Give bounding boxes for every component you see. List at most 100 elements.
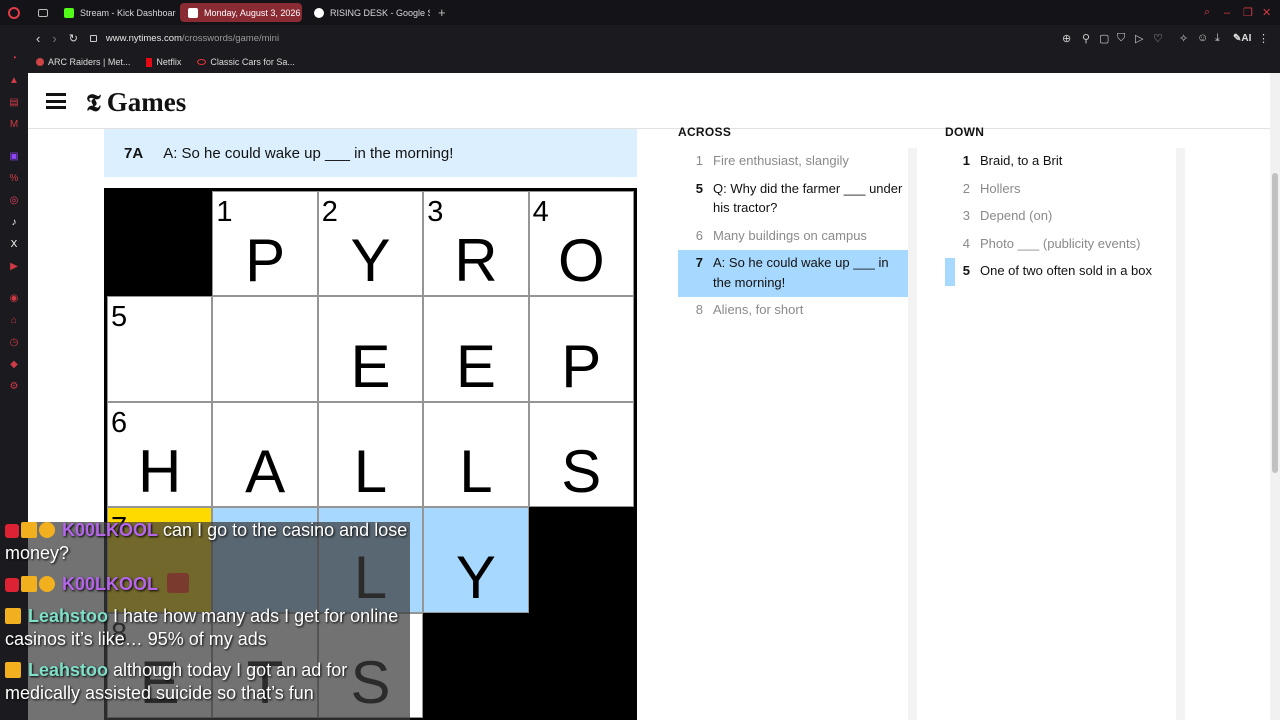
clue-number: 3 bbox=[962, 208, 970, 223]
clue-number: 2 bbox=[962, 180, 970, 196]
chat-username[interactable]: K00LKOOL bbox=[62, 574, 158, 594]
address-bar: ‹ › ↻ www.nytimes.com/crosswords/game/mi… bbox=[28, 25, 1280, 51]
grid-cell[interactable]: E bbox=[423, 296, 529, 402]
grid-cell[interactable]: 5 bbox=[107, 296, 213, 402]
tiktok-icon[interactable]: ♪ bbox=[8, 217, 20, 229]
url-field[interactable]: www.nytimes.com/crosswords/game/mini bbox=[106, 33, 279, 44]
across-clue-6[interactable]: 6 Many buildings on campus bbox=[678, 223, 908, 251]
close-window-icon[interactable]: ✕ bbox=[1262, 6, 1271, 19]
extension-puzzle-icon[interactable]: ✧ bbox=[1179, 32, 1188, 45]
page-scrollbar[interactable] bbox=[1270, 73, 1280, 720]
across-clue-1[interactable]: 1 Fire enthusiast, slangily bbox=[678, 148, 908, 176]
cell-letter: R bbox=[454, 227, 498, 295]
account-icon[interactable]: ☺ bbox=[1197, 32, 1208, 44]
clue-text: One of two often sold in a box bbox=[980, 263, 1152, 278]
heart-icon[interactable]: ♡ bbox=[1153, 32, 1163, 45]
grid-cell[interactable]: A bbox=[212, 401, 318, 508]
bookmark-netflix[interactable]: Netflix bbox=[146, 57, 181, 67]
speed-dial-icon[interactable]: ◔ bbox=[8, 53, 20, 65]
browser-tab-bar: Stream - Kick Dashboard Monday, August 3… bbox=[0, 0, 1280, 25]
down-clue-1[interactable]: 1 Braid, to a Brit bbox=[945, 148, 1175, 176]
current-clue-text: A: So he could wake up ___ in the mornin… bbox=[163, 144, 454, 162]
emote-icon bbox=[167, 573, 190, 593]
minimize-icon[interactable]: – bbox=[1224, 7, 1230, 19]
chat-username[interactable]: Leahstoo bbox=[28, 606, 108, 626]
down-clue-4[interactable]: 4 Photo ___ (publicity events) bbox=[945, 231, 1175, 259]
opera-logo-icon[interactable] bbox=[8, 6, 20, 19]
cell-number: 1 bbox=[216, 196, 233, 228]
discord-icon[interactable]: % bbox=[8, 173, 20, 185]
back-icon[interactable]: ‹ bbox=[36, 31, 40, 46]
down-scrollbar[interactable] bbox=[1176, 148, 1185, 720]
across-clue-7[interactable]: 7 A: So he could wake up ___ in the morni… bbox=[678, 250, 908, 297]
chat-username[interactable]: K00LKOOL bbox=[62, 520, 158, 540]
crown-icon bbox=[21, 576, 37, 592]
tab-kick-dashboard[interactable]: Stream - Kick Dashboard bbox=[56, 3, 176, 22]
youtube-icon[interactable]: ▶ bbox=[8, 261, 20, 273]
grid-cell[interactable]: L bbox=[317, 401, 424, 508]
stream-chat-overlay: K00LKOOL can I go to the casino and lose… bbox=[0, 520, 420, 720]
player-play-icon[interactable]: ▷ bbox=[1135, 32, 1143, 45]
grid-cell[interactable]: Y bbox=[423, 507, 529, 613]
down-clue-5[interactable]: 5 One of two often sold in a box bbox=[945, 258, 1175, 286]
down-clue-3[interactable]: 3 Depend (on) bbox=[945, 203, 1175, 231]
shield-icon[interactable]: ⛉ bbox=[1117, 32, 1125, 45]
extensions-icon[interactable]: ◆ bbox=[8, 359, 20, 371]
workspaces-icon[interactable] bbox=[38, 8, 48, 17]
messenger-icon[interactable]: ▤ bbox=[8, 97, 20, 109]
grid-cell[interactable]: S bbox=[528, 401, 634, 508]
grid-cell[interactable]: L bbox=[423, 401, 529, 508]
grid-cell[interactable] bbox=[212, 296, 318, 402]
pinboard-icon[interactable]: ⌂ bbox=[8, 315, 20, 327]
zoom-icon[interactable]: ⊕ bbox=[1062, 32, 1071, 45]
ai-icon[interactable]: ✎AI bbox=[1233, 33, 1251, 44]
grid-cell[interactable]: 3R bbox=[423, 191, 529, 297]
download-icon[interactable]: ⤓ bbox=[1215, 32, 1220, 45]
grid-cell[interactable]: 4O bbox=[528, 191, 634, 297]
x-icon[interactable]: X bbox=[8, 239, 20, 251]
search-tabs-icon[interactable]: ⌕ bbox=[1204, 6, 1210, 19]
url-path: /crosswords/game/mini bbox=[181, 32, 280, 44]
reload-icon[interactable]: ↻ bbox=[69, 32, 78, 45]
clue-number: 8 bbox=[695, 302, 703, 317]
clue-text: A: So he could wake up ___ in the mornin… bbox=[713, 255, 889, 290]
twitch-icon[interactable]: ▣ bbox=[8, 151, 20, 163]
chat-username[interactable]: Leahstoo bbox=[28, 660, 108, 680]
nyt-games-logo[interactable]: 𝕿 Games bbox=[86, 87, 186, 118]
across-clue-5[interactable]: 5 Q: Why did the farmer ___ under his tra… bbox=[678, 176, 908, 223]
badge-icon bbox=[5, 578, 19, 592]
across-clue-8[interactable]: 8 Aliens, for short bbox=[678, 297, 908, 325]
grid-cell[interactable]: 1P bbox=[212, 191, 318, 297]
bookmark-classic-cars[interactable]: Classic Cars for Sa... bbox=[197, 57, 295, 67]
grid-cell[interactable]: E bbox=[317, 296, 424, 402]
tab-google-search[interactable]: RISING DESK - Google Sea bbox=[306, 3, 430, 22]
mail-icon[interactable]: M bbox=[8, 119, 20, 131]
across-clue-list: 1 Fire enthusiast, slangily 5 Q: Why did th… bbox=[678, 148, 908, 325]
grid-block-cell bbox=[528, 612, 634, 718]
related-clue-marker bbox=[945, 258, 955, 286]
cell-letter: Y bbox=[350, 227, 391, 295]
forward-icon[interactable]: › bbox=[52, 31, 56, 46]
cell-number: 4 bbox=[532, 196, 549, 228]
hamburger-menu-icon[interactable] bbox=[46, 93, 66, 109]
snapshot-icon[interactable]: ▢ bbox=[1099, 32, 1109, 45]
history-icon[interactable]: ◷ bbox=[8, 337, 20, 349]
menu-dots-icon[interactable]: ⋮ bbox=[1258, 32, 1269, 45]
settings-gear-icon[interactable]: ⚙ bbox=[8, 381, 20, 393]
across-scrollbar[interactable] bbox=[908, 148, 917, 720]
page-scrollbar-thumb[interactable] bbox=[1272, 173, 1278, 473]
cell-letter: O bbox=[557, 227, 605, 295]
new-tab-icon[interactable]: + bbox=[438, 5, 446, 20]
current-clue-number: 7A bbox=[124, 144, 144, 162]
bookmark-arc-raiders[interactable]: ARC Raiders | Met... bbox=[36, 57, 130, 67]
player-icon[interactable]: ◉ bbox=[8, 293, 20, 305]
grid-cell[interactable]: P bbox=[528, 296, 634, 402]
down-clue-2[interactable]: 2 Hollers bbox=[945, 176, 1175, 204]
wallet-icon[interactable]: ▲ bbox=[8, 75, 20, 87]
maximize-icon[interactable]: ❐ bbox=[1243, 6, 1253, 19]
pin-icon[interactable]: ⚲ bbox=[1082, 32, 1090, 45]
tab-crossword[interactable]: Monday, August 3, 2026 T bbox=[180, 3, 302, 22]
instagram-icon[interactable]: ◎ bbox=[8, 195, 20, 207]
grid-cell[interactable]: 6H bbox=[107, 401, 213, 508]
grid-cell[interactable]: 2Y bbox=[317, 191, 424, 297]
